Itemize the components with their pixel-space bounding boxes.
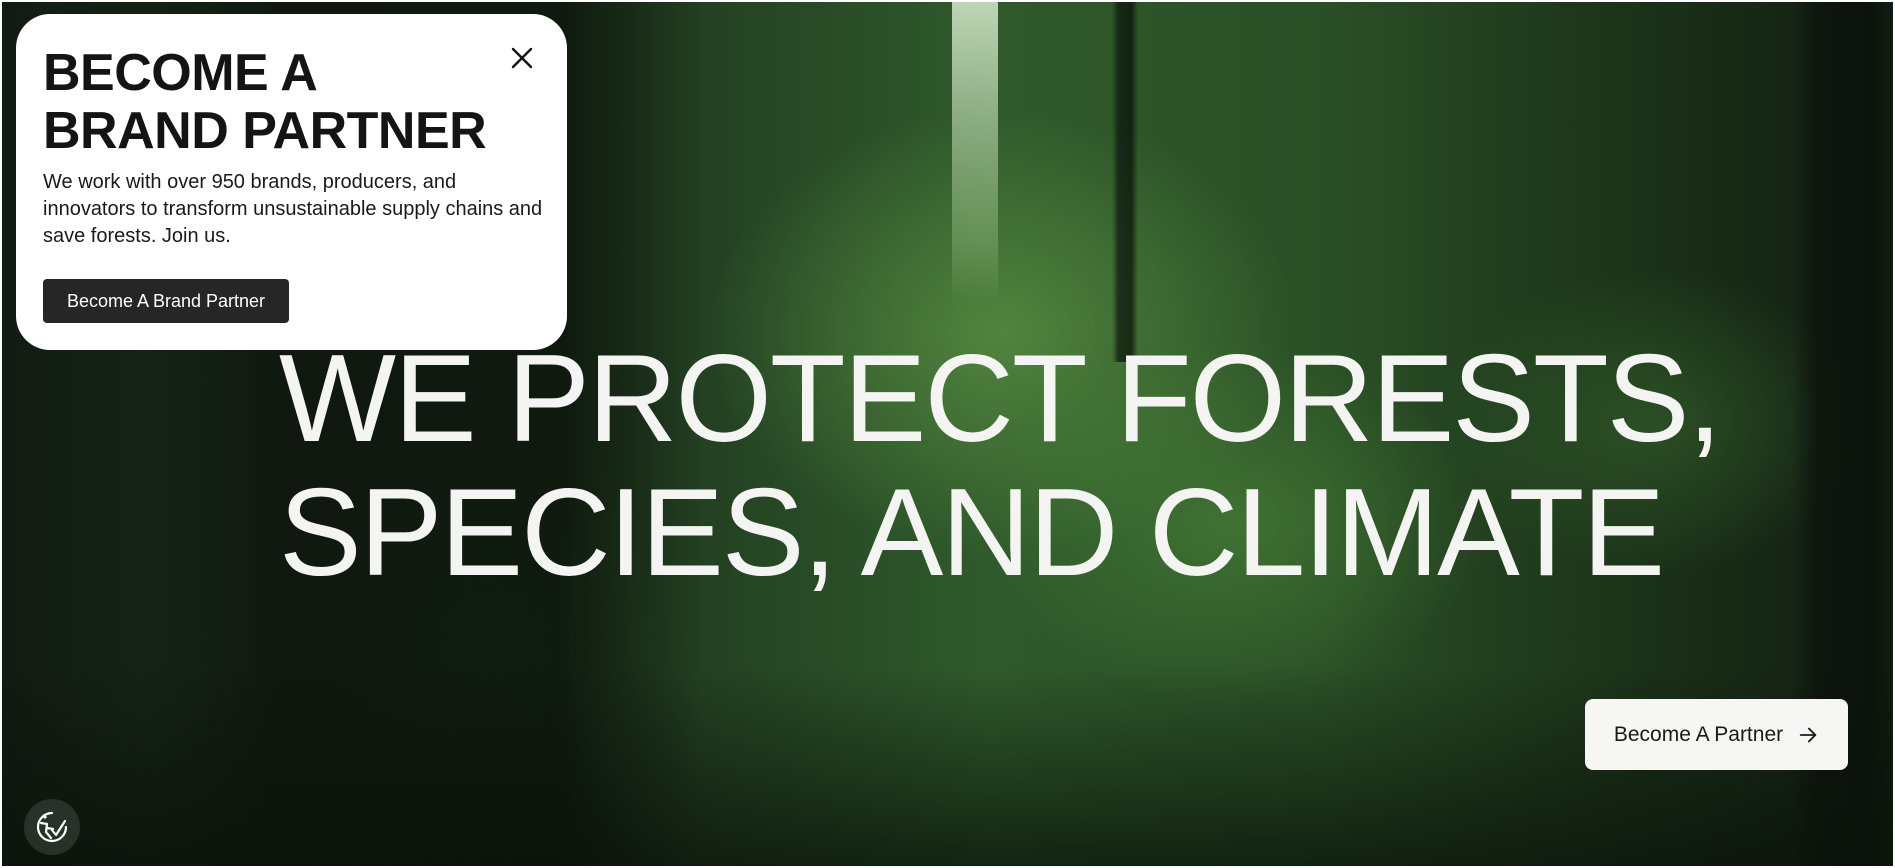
- accessibility-icon: [32, 807, 72, 847]
- hero-headline-line-2: SPECIES, AND CLIMATE: [279, 464, 1665, 602]
- popup-title: BECOME A BRAND PARTNER: [43, 44, 487, 160]
- hero-headline: WE PROTECT FORESTS, SPECIES, AND CLIMATE: [279, 330, 1722, 602]
- close-icon: [506, 42, 538, 74]
- become-a-partner-label: Become A Partner: [1613, 722, 1784, 746]
- popup-close-button[interactable]: [506, 42, 538, 74]
- arrow-right-icon: [1797, 724, 1819, 746]
- forest-light-trunk: [952, 2, 998, 302]
- become-a-brand-partner-button[interactable]: Become A Brand Partner: [43, 279, 289, 323]
- popup-title-line-2: BRAND PARTNER: [43, 102, 487, 160]
- popup-title-line-1: BECOME A: [43, 44, 318, 102]
- brand-partner-popup: BECOME A BRAND PARTNER We work with over…: [16, 14, 567, 350]
- forest-trunk-middle: [1112, 2, 1138, 362]
- accessibility-button[interactable]: [24, 799, 80, 855]
- become-a-partner-button[interactable]: Become A Partner: [1585, 699, 1848, 770]
- popup-description: We work with over 950 brands, producers,…: [43, 171, 543, 247]
- hero-headline-line-1: WE PROTECT FORESTS,: [279, 330, 1722, 468]
